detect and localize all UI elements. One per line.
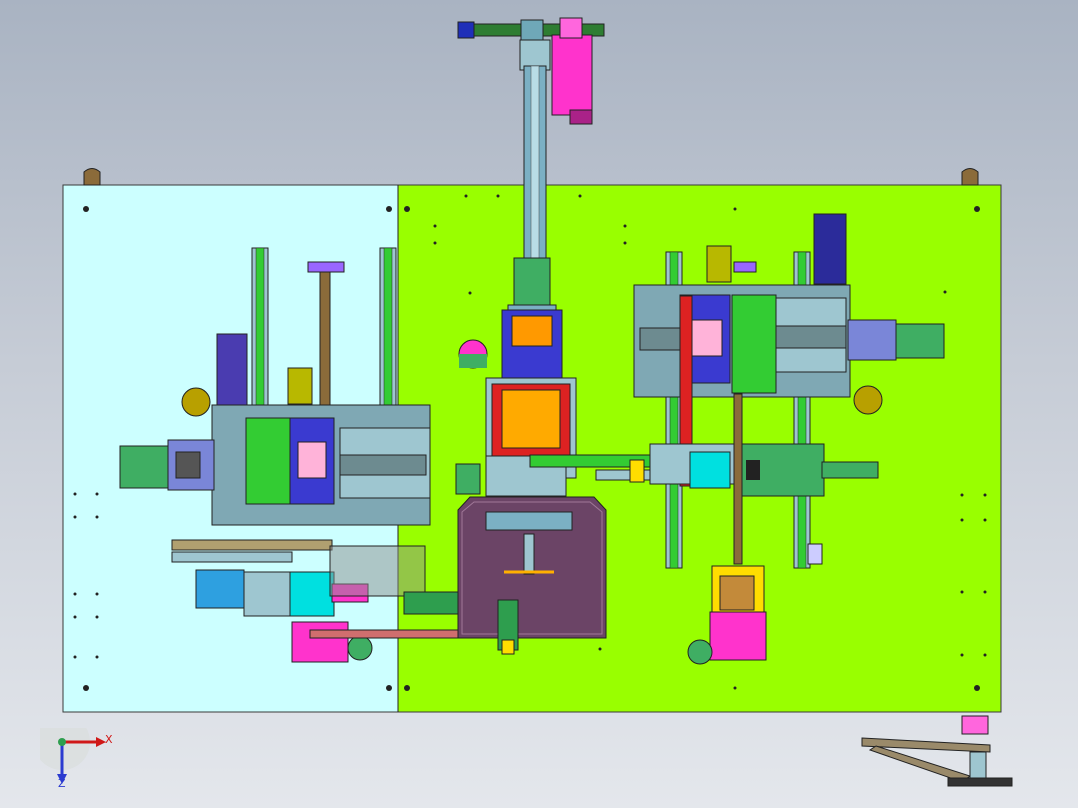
right-foot xyxy=(961,168,979,186)
bottom-right-lever[interactable] xyxy=(861,715,1013,787)
z-axis-label: Z xyxy=(58,777,66,790)
left-foot xyxy=(83,168,101,186)
axis-triad: X Z xyxy=(34,714,120,798)
top-motor xyxy=(551,34,593,116)
cad-assembly-view[interactable] xyxy=(0,0,1078,808)
hopper[interactable] xyxy=(457,496,607,655)
x-axis-label: X xyxy=(105,733,113,746)
